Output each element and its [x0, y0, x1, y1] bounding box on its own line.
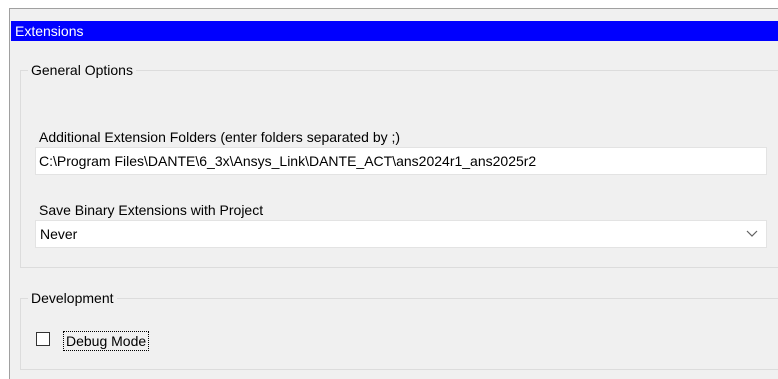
- save-binary-label: Save Binary Extensions with Project: [39, 202, 264, 218]
- development-legend: Development: [28, 289, 117, 307]
- general-options-legend: General Options: [28, 61, 136, 79]
- debug-mode-checkbox[interactable]: [36, 332, 50, 346]
- extension-folders-label: Additional Extension Folders (enter fold…: [39, 129, 401, 145]
- save-binary-selected-value: Never: [40, 226, 78, 242]
- save-binary-select[interactable]: Never: [35, 220, 767, 248]
- debug-mode-label[interactable]: Debug Mode: [63, 331, 150, 351]
- chevron-down-icon[interactable]: [746, 227, 758, 239]
- panel-title: Extensions: [11, 21, 778, 41]
- extension-folders-input[interactable]: [35, 147, 767, 175]
